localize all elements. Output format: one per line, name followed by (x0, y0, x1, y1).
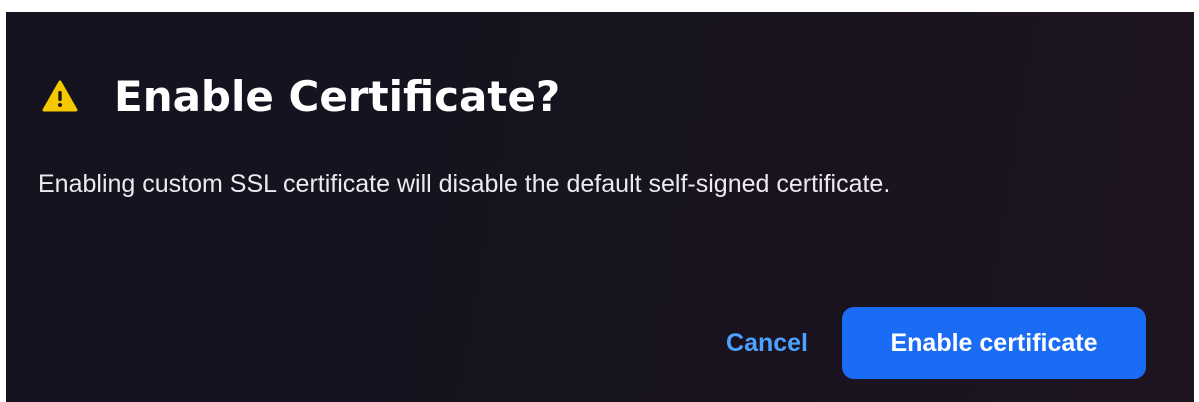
confirm-dialog: Enable Certificate? Enabling custom SSL … (6, 12, 1194, 402)
dialog-title: Enable Certificate? (114, 71, 561, 121)
dialog-actions: Cancel Enable certificate (726, 307, 1146, 379)
dialog-message: Enabling custom SSL certificate will dis… (38, 170, 891, 198)
enable-certificate-button[interactable]: Enable certificate (842, 307, 1146, 379)
warning-triangle-icon (42, 80, 78, 112)
dialog-header: Enable Certificate? (42, 68, 560, 124)
cancel-button[interactable]: Cancel (726, 329, 808, 358)
